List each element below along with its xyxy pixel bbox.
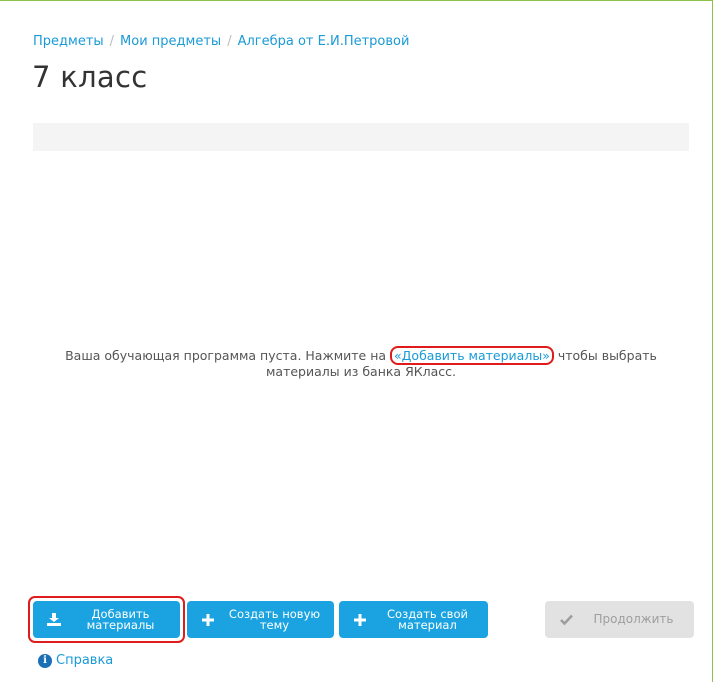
create-topic-label: Создать новую тему xyxy=(228,606,321,632)
checkmark-icon xyxy=(553,614,579,625)
panel-header xyxy=(33,123,689,151)
plus-icon xyxy=(195,613,221,626)
continue-label: Продолжить xyxy=(593,612,674,626)
help-link[interactable]: i Справка xyxy=(38,653,113,668)
breadcrumb-subjects[interactable]: Предметы xyxy=(33,34,104,49)
create-topic-button[interactable]: Создать новую тему xyxy=(187,601,334,638)
breadcrumb-separator: / xyxy=(227,34,232,49)
add-materials-label: Добавить материалы xyxy=(86,606,155,632)
breadcrumb-my-subjects[interactable]: Мои предметы xyxy=(120,34,221,49)
breadcrumb: Предметы / Мои предметы / Алгебра от Е.И.Пет… xyxy=(33,34,409,49)
breadcrumb-separator: / xyxy=(109,34,115,49)
add-materials-button[interactable]: Добавить материалы xyxy=(33,601,180,638)
empty-state-text-before: Ваша обучающая программа пуста. Нажмите … xyxy=(65,348,391,363)
program-panel: Ваша обучающая программа пуста. Нажмите … xyxy=(33,123,689,578)
breadcrumb-course[interactable]: Алгебра от Е.И.Петровой xyxy=(238,34,410,49)
download-icon xyxy=(41,613,67,626)
page-title: 7 класс xyxy=(32,60,148,94)
plus-icon xyxy=(347,613,373,626)
add-materials-link[interactable]: «Добавить материалы» xyxy=(390,346,554,365)
create-material-label: Создать свой материал xyxy=(387,606,468,632)
info-icon: i xyxy=(38,653,52,668)
continue-button[interactable]: Продолжить xyxy=(545,601,694,638)
create-material-button[interactable]: Создать свой материал xyxy=(339,601,488,638)
empty-state-message: Ваша обучающая программа пуста. Нажмите … xyxy=(33,346,689,380)
help-label: Справка xyxy=(56,653,114,668)
